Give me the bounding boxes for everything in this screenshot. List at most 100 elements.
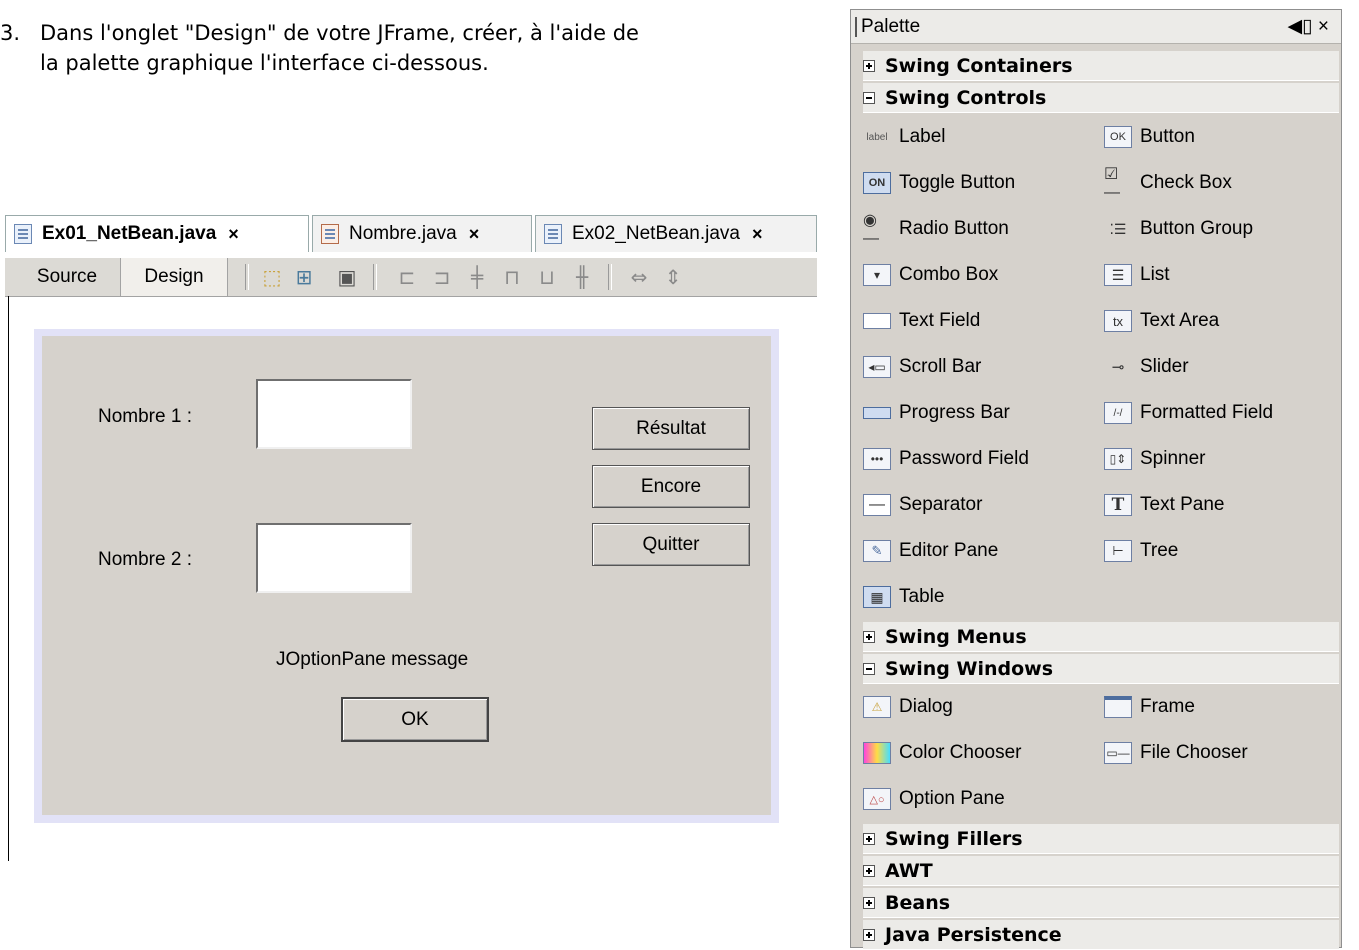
joptionpane-message: JOptionPane message xyxy=(276,649,469,670)
palette-item-separator[interactable]: — Separator xyxy=(863,490,982,520)
design-button[interactable]: Design xyxy=(120,258,228,296)
item-label: Tree xyxy=(1140,540,1179,561)
expand-icon[interactable] xyxy=(863,864,875,877)
expand-icon[interactable] xyxy=(863,630,875,643)
item-label: Text Pane xyxy=(1140,494,1225,515)
category-awt[interactable]: AWT xyxy=(863,856,1339,886)
editor-tab-bar: Ex01_NetBean.java × Nombre.java × Ex02_N… xyxy=(5,212,817,259)
label-icon: label xyxy=(866,131,888,143)
tab-ex01[interactable]: Ex01_NetBean.java × xyxy=(5,215,309,252)
center-vertical-icon[interactable]: ╫ xyxy=(570,265,594,289)
resize-horizontal-icon[interactable]: ⇔ xyxy=(627,265,651,289)
category-swing-controls[interactable]: Swing Controls xyxy=(863,83,1339,113)
selection-mode-icon[interactable]: ⬚ xyxy=(260,265,284,289)
category-java-persistence[interactable]: Java Persistence xyxy=(863,920,1339,950)
align-left-icon[interactable]: ⊏ xyxy=(395,265,419,289)
palette-item-list[interactable]: ☰ List xyxy=(1104,260,1170,290)
palette-item-option-pane[interactable]: △○ Option Pane xyxy=(863,784,1005,814)
connection-mode-icon[interactable]: ⊞ xyxy=(292,265,316,289)
palette-item-check-box[interactable]: ☑— Check Box xyxy=(1104,166,1232,201)
palette-item-formatted-field[interactable]: /-/ Formatted Field xyxy=(1104,398,1273,428)
palette-item-progress-bar[interactable]: Progress Bar xyxy=(863,398,1010,428)
close-tab-icon[interactable]: × xyxy=(752,224,763,245)
expand-icon[interactable] xyxy=(863,59,875,72)
java-file-icon xyxy=(544,224,562,244)
palette-item-text-field[interactable]: Text Field xyxy=(863,306,980,336)
category-swing-windows[interactable]: Swing Windows xyxy=(863,654,1339,684)
palette-item-label[interactable]: label Label xyxy=(863,122,945,152)
palette-item-table[interactable]: ▦ Table xyxy=(863,582,944,612)
text-area-icon: tx xyxy=(1104,310,1132,332)
align-top-icon[interactable]: ⊓ xyxy=(500,265,524,289)
expand-icon[interactable] xyxy=(863,896,875,909)
category-label: Swing Containers xyxy=(885,54,1073,77)
quitter-button[interactable]: Quitter xyxy=(592,523,750,566)
collapse-icon[interactable] xyxy=(863,91,875,104)
item-label: Button Group xyxy=(1140,218,1254,239)
palette-item-slider[interactable]: ⊸ Slider xyxy=(1104,352,1189,382)
palette-item-file-chooser[interactable]: ▭— File Chooser xyxy=(1104,738,1248,768)
button-group-icon: ⁚☰ xyxy=(1109,220,1127,237)
category-beans[interactable]: Beans xyxy=(863,888,1339,918)
category-label: Swing Fillers xyxy=(885,827,1023,850)
jframe-design-area: Nombre 1 : Nombre 2 : Résultat Encore Qu… xyxy=(42,336,771,815)
category-swing-fillers[interactable]: Swing Fillers xyxy=(863,824,1339,854)
drag-grip-icon[interactable] xyxy=(855,16,857,37)
ok-button[interactable]: OK xyxy=(341,697,489,742)
tab-nombre[interactable]: Nombre.java × xyxy=(312,215,532,252)
category-swing-menus[interactable]: Swing Menus xyxy=(863,622,1339,652)
expand-icon[interactable] xyxy=(863,832,875,845)
expand-icon[interactable] xyxy=(863,928,875,941)
palette-item-text-pane[interactable]: T Text Pane xyxy=(1104,490,1225,520)
item-label: Separator xyxy=(899,494,983,515)
tab-ex02[interactable]: Ex02_NetBean.java × xyxy=(535,215,817,252)
item-label: Spinner xyxy=(1140,448,1206,469)
palette-item-editor-pane[interactable]: ✎ Editor Pane xyxy=(863,536,998,566)
toggle-button-icon: ON xyxy=(863,172,891,194)
align-bottom-icon[interactable]: ⊔ xyxy=(535,265,559,289)
file-chooser-icon: ▭— xyxy=(1104,742,1132,764)
separator-icon: — xyxy=(863,494,891,516)
palette-item-dialog[interactable]: ⚠ Dialog xyxy=(863,692,953,722)
palette-item-button[interactable]: OK Button xyxy=(1104,122,1195,152)
collapse-icon[interactable] xyxy=(863,662,875,675)
close-tab-icon[interactable]: × xyxy=(469,224,480,245)
form-file-icon xyxy=(321,224,339,244)
item-label: List xyxy=(1140,264,1170,285)
resultat-button[interactable]: Résultat xyxy=(592,407,750,450)
category-label: Java Persistence xyxy=(885,923,1062,946)
item-label: Frame xyxy=(1140,696,1195,717)
palette-item-spinner[interactable]: ▯⇕ Spinner xyxy=(1104,444,1206,474)
palette-item-frame[interactable]: Frame xyxy=(1104,692,1195,722)
palette-item-tree[interactable]: ⊢ Tree xyxy=(1104,536,1178,566)
align-right-icon[interactable]: ⊐ xyxy=(430,265,454,289)
editor-pane-icon: ✎ xyxy=(863,540,891,562)
color-chooser-icon xyxy=(863,742,891,764)
resize-vertical-icon[interactable]: ⇕ xyxy=(665,265,681,289)
center-horizontal-icon[interactable]: ╪ xyxy=(465,265,489,289)
toolbar-separator xyxy=(245,264,249,290)
category-swing-containers[interactable]: Swing Containers xyxy=(863,51,1339,81)
nombre1-field[interactable] xyxy=(256,379,412,449)
encore-button[interactable]: Encore xyxy=(592,465,750,508)
dialog-icon: ⚠ xyxy=(863,696,891,718)
palette-titlebar: Palette ◀▯ × xyxy=(851,10,1341,44)
nombre2-label: Nombre 2 : xyxy=(98,549,192,570)
palette-item-scroll-bar[interactable]: ◂▭ Scroll Bar xyxy=(863,352,981,382)
nombre2-field[interactable] xyxy=(256,523,412,593)
text-pane-icon: T xyxy=(1104,494,1132,516)
palette-item-button-group[interactable]: ⁚☰ Button Group xyxy=(1104,214,1253,244)
designer-toolbar: Source Design ⬚ ⊞ ▣ ⊏ ⊐ ╪ ⊓ ⊔ ╫ ⇔ ⇕ xyxy=(5,258,817,297)
palette-window-controls[interactable]: ◀▯ × xyxy=(1288,15,1329,38)
palette-item-combo-box[interactable]: ▾ Combo Box xyxy=(863,260,998,290)
palette-item-password-field[interactable]: ••• Password Field xyxy=(863,444,1029,474)
palette-item-text-area[interactable]: tx Text Area xyxy=(1104,306,1219,336)
palette-item-radio-button[interactable]: ◉— Radio Button xyxy=(863,212,1009,247)
item-label: Scroll Bar xyxy=(899,356,982,377)
palette-item-color-chooser[interactable]: Color Chooser xyxy=(863,738,1022,768)
palette-item-toggle-button[interactable]: ON Toggle Button xyxy=(863,168,1015,198)
preview-design-icon[interactable]: ▣ xyxy=(335,265,359,289)
source-button[interactable]: Source xyxy=(17,258,117,296)
close-tab-icon[interactable]: × xyxy=(228,224,239,245)
item-label: Password Field xyxy=(899,448,1029,469)
